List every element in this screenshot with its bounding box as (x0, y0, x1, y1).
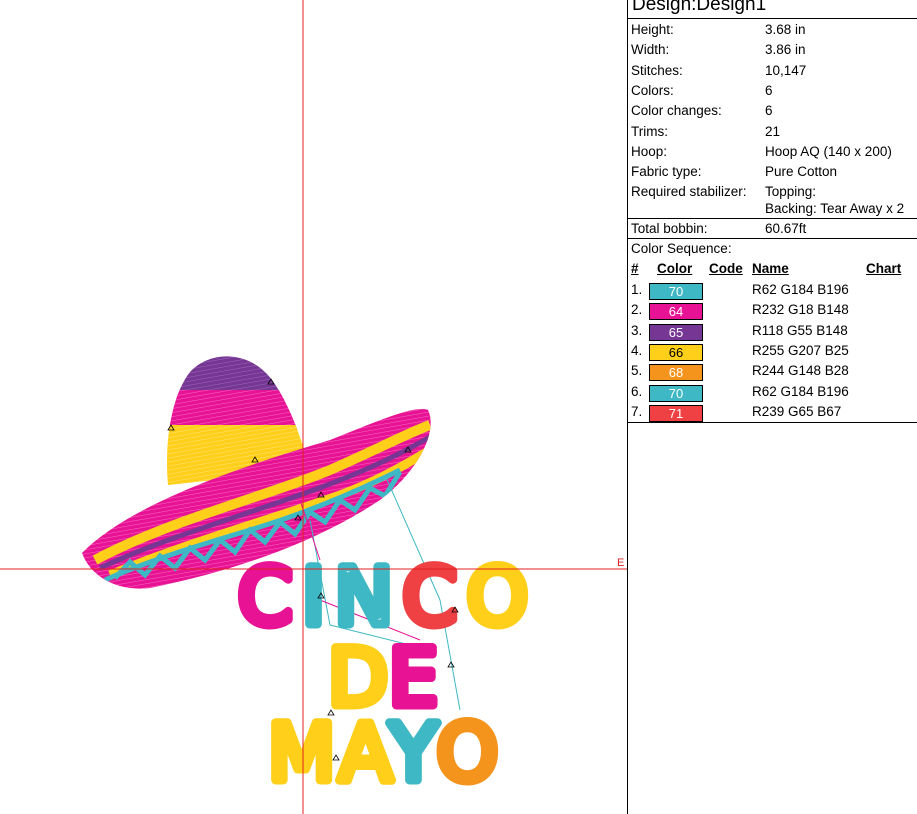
color-sequence-heading: Color Sequence: (631, 241, 732, 256)
design-canvas[interactable]: CINCO DE MAYO E (0, 0, 627, 814)
artwork-lettering: CINCO DE MAYO (234, 549, 533, 804)
color-swatch: 64 (649, 303, 703, 321)
color-name: R62 G184 B196 (752, 383, 849, 399)
sequence-number: 4. (631, 342, 643, 358)
divider-line (628, 218, 917, 219)
color-name: R255 G207 B25 (752, 342, 849, 358)
col-header-color: Color (657, 261, 693, 276)
spec-value: 6 (765, 103, 773, 119)
stabilizer-backing: Backing: Tear Away x 2 (765, 201, 905, 216)
divider-line (628, 18, 917, 19)
spec-value: Pure Cotton (765, 164, 838, 180)
spec-label: Hoop: (631, 143, 668, 159)
color-swatch: 65 (649, 323, 703, 341)
spec-value: 3.68 in (765, 22, 806, 37)
color-swatch: 70 (649, 283, 703, 300)
col-header-chart: Chart (866, 261, 902, 276)
col-header-num: # (631, 261, 639, 276)
axis-label-e: E (617, 557, 624, 569)
spec-value: 10,147 (765, 62, 807, 78)
color-name: R239 G65 B67 (752, 403, 842, 419)
spec-value: 6 (765, 82, 773, 98)
spec-value: Hoop AQ (140 x 200) (765, 143, 892, 159)
spec-label: Colors: (631, 82, 674, 98)
sequence-number: 5. (631, 363, 643, 379)
color-swatch: 66 (649, 343, 703, 361)
sequence-number: 6. (631, 383, 643, 399)
color-swatch: 70 (649, 384, 703, 402)
color-name: R62 G184 B196 (752, 282, 849, 297)
stabilizer-topping: Topping: (765, 184, 817, 199)
color-swatch: 71 (649, 404, 703, 422)
color-name: R232 G18 B148 (752, 302, 849, 318)
col-header-code: Code (709, 261, 743, 276)
color-swatch: 68 (649, 364, 703, 382)
spec-label: Trims: (631, 123, 668, 139)
spec-label: Stitches: (631, 62, 683, 78)
spec-label: Color changes: (631, 103, 722, 119)
sequence-number: 3. (631, 322, 643, 338)
sequence-number: 1. (631, 282, 643, 297)
svg-text:CINCO: CINCO (238, 553, 528, 643)
spec-value: 21 (765, 123, 781, 139)
col-header-name: Name (752, 261, 789, 276)
color-name: R244 G148 B28 (752, 363, 849, 379)
sequence-number: 2. (631, 302, 643, 318)
design-title: Design:Design1 (632, 0, 767, 15)
color-name: R118 G55 B148 (752, 322, 848, 338)
bobbin-label: Total bobbin: (631, 221, 708, 236)
bobbin-value: 60.67ft (765, 221, 807, 236)
spec-label: Fabric type: (631, 164, 702, 180)
design-info-panel: Design:Design1 Height: 3.68 in Width: 3.86 … (628, 0, 917, 814)
design-preview: CINCO DE MAYO E (0, 0, 627, 814)
divider-line (628, 238, 917, 239)
sequence-number: 7. (631, 403, 643, 419)
spec-value: 3.86 in (765, 42, 806, 58)
spec-label: Width: (631, 42, 670, 58)
divider-line (628, 422, 917, 423)
spec-label: Height: (631, 22, 674, 37)
stabilizer-label: Required stabilizer: (631, 184, 747, 199)
